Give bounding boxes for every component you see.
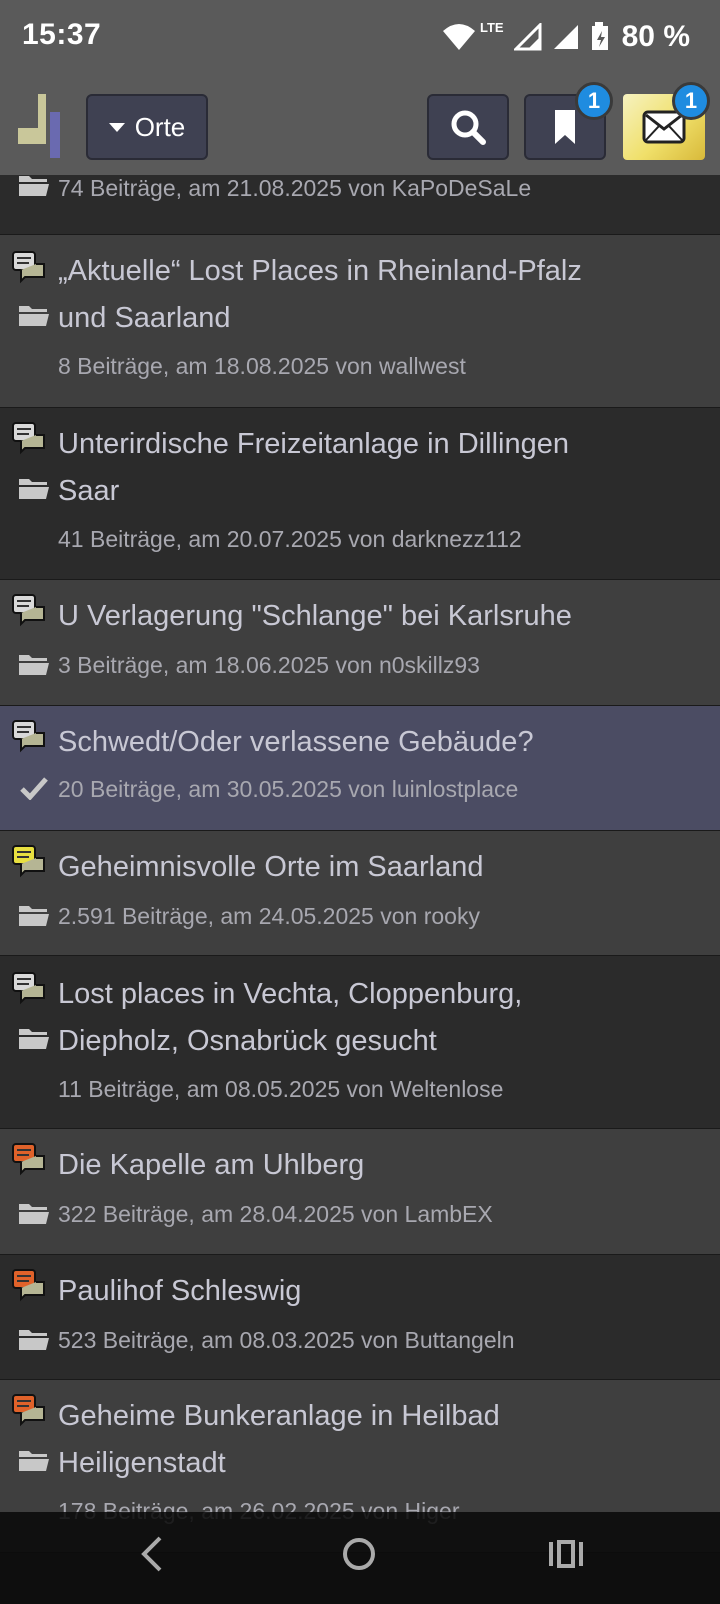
folder-icon bbox=[19, 655, 49, 675]
topic-title[interactable]: Lost places in Vechta, Cloppenburg, bbox=[58, 970, 522, 1018]
bookmark-icon bbox=[555, 110, 575, 144]
topic-row[interactable]: „Aktuelle“ Lost Places in Rheinland-Pfal… bbox=[0, 235, 720, 408]
folder-icon bbox=[19, 1451, 49, 1471]
topic-title[interactable]: Unterirdische Freizeitanlage in Dillinge… bbox=[58, 420, 569, 468]
wifi-icon bbox=[443, 24, 476, 50]
network-type: LTE bbox=[480, 19, 504, 35]
folder-icon bbox=[19, 479, 49, 499]
folder-icon bbox=[19, 1204, 49, 1224]
topic-title[interactable]: Geheimnisvolle Orte im Saarland bbox=[58, 843, 484, 891]
topic-row[interactable]: 74 Beiträge, am 21.08.2025 von KaPoDeSaL… bbox=[0, 175, 720, 235]
topic-row[interactable]: Lost places in Vechta, Cloppenburg, Diep… bbox=[0, 956, 720, 1129]
search-icon bbox=[451, 110, 486, 145]
topic-row[interactable]: Geheimnisvolle Orte im Saarland 2.591 Be… bbox=[0, 831, 720, 956]
topic-title[interactable]: Paulihof Schleswig bbox=[58, 1267, 301, 1315]
topic-bubble-icon bbox=[12, 594, 45, 627]
search-button[interactable] bbox=[427, 94, 509, 160]
topic-title-line-2[interactable]: Saar bbox=[58, 467, 119, 515]
topic-bubble-popular-icon bbox=[12, 1269, 45, 1302]
folder-icon bbox=[19, 1029, 49, 1049]
home-icon[interactable] bbox=[340, 1534, 378, 1574]
topic-bubble-popular-icon bbox=[12, 1394, 45, 1427]
topic-bubble-icon bbox=[12, 251, 45, 284]
folder-icon bbox=[19, 906, 49, 926]
category-dropdown-button[interactable]: Orte bbox=[86, 94, 208, 160]
topic-title[interactable]: Die Kapelle am Uhlberg bbox=[58, 1141, 364, 1189]
folder-icon bbox=[19, 1330, 49, 1350]
battery-percent: 80 % bbox=[621, 20, 690, 53]
topic-title-line-2[interactable]: und Saarland bbox=[58, 294, 231, 342]
recents-icon[interactable] bbox=[548, 1534, 584, 1574]
topic-row-selected[interactable]: Schwedt/Oder verlassene Gebäude? 20 Beit… bbox=[0, 706, 720, 831]
topic-row[interactable]: Paulihof Schleswig 523 Beiträge, am 08.0… bbox=[0, 1255, 720, 1380]
folder-icon bbox=[19, 306, 49, 326]
check-icon bbox=[20, 777, 48, 800]
topic-bubble-icon bbox=[12, 972, 45, 1005]
topic-bubble-popular-icon bbox=[12, 1143, 45, 1176]
topic-title[interactable]: „Aktuelle“ Lost Places in Rheinland-Pfal… bbox=[58, 247, 582, 295]
topic-title-line-2[interactable]: Diepholz, Osnabrück gesucht bbox=[58, 1017, 437, 1065]
topic-title[interactable]: Schwedt/Oder verlassene Gebäude? bbox=[58, 718, 534, 766]
folder-icon bbox=[19, 176, 49, 196]
signal-icon bbox=[513, 23, 542, 51]
system-nav-bar bbox=[0, 1512, 720, 1604]
category-label: Orte bbox=[134, 111, 186, 142]
topic-title[interactable]: U Verlagerung "Schlange" bei Karlsruhe bbox=[58, 592, 572, 640]
messages-badge: 1 bbox=[672, 82, 710, 120]
topic-row[interactable]: Die Kapelle am Uhlberg 322 Beiträge, am … bbox=[0, 1129, 720, 1255]
topic-title[interactable]: Geheime Bunkeranlage in Heilbad bbox=[58, 1392, 500, 1440]
topic-meta: 523 Beiträge, am 08.03.2025 von Buttange… bbox=[58, 1327, 515, 1353]
battery-icon bbox=[591, 22, 608, 50]
topic-meta: 20 Beiträge, am 30.05.2025 von luinlostp… bbox=[58, 776, 519, 802]
topic-meta: 41 Beiträge, am 20.07.2025 von darknezz1… bbox=[58, 526, 522, 552]
topic-title-line-2[interactable]: Heiligenstadt bbox=[58, 1439, 226, 1487]
topic-bubble-icon bbox=[12, 422, 45, 455]
topic-meta: 74 Beiträge, am 21.08.2025 von KaPoDeSaL… bbox=[58, 175, 532, 201]
topic-meta: 2.591 Beiträge, am 24.05.2025 von rooky bbox=[58, 903, 480, 929]
bookmark-badge: 1 bbox=[575, 82, 613, 120]
back-icon[interactable] bbox=[138, 1534, 164, 1574]
app-bar: Orte 1 1 bbox=[0, 78, 720, 175]
topic-row[interactable]: U Verlagerung "Schlange" bei Karlsruhe 3… bbox=[0, 580, 720, 706]
topic-bubble-hot-icon bbox=[12, 845, 45, 878]
status-time: 15:37 bbox=[22, 18, 102, 51]
site-logo[interactable] bbox=[18, 94, 66, 158]
topic-list: 74 Beiträge, am 21.08.2025 von KaPoDeSaL… bbox=[0, 175, 720, 1553]
topic-meta: 8 Beiträge, am 18.08.2025 von wallwest bbox=[58, 353, 466, 379]
topic-row[interactable]: Unterirdische Freizeitanlage in Dillinge… bbox=[0, 408, 720, 580]
signal-icon-2 bbox=[553, 25, 578, 49]
status-bar: 15:37 LTE 80 % bbox=[0, 0, 720, 78]
topic-meta: 322 Beiträge, am 28.04.2025 von LambEX bbox=[58, 1201, 493, 1227]
topic-meta: 11 Beiträge, am 08.05.2025 von Weltenlos… bbox=[58, 1076, 504, 1102]
topic-bubble-icon bbox=[12, 720, 45, 753]
caret-down-icon bbox=[108, 122, 125, 132]
topic-meta: 3 Beiträge, am 18.06.2025 von n0skillz93 bbox=[58, 652, 480, 678]
